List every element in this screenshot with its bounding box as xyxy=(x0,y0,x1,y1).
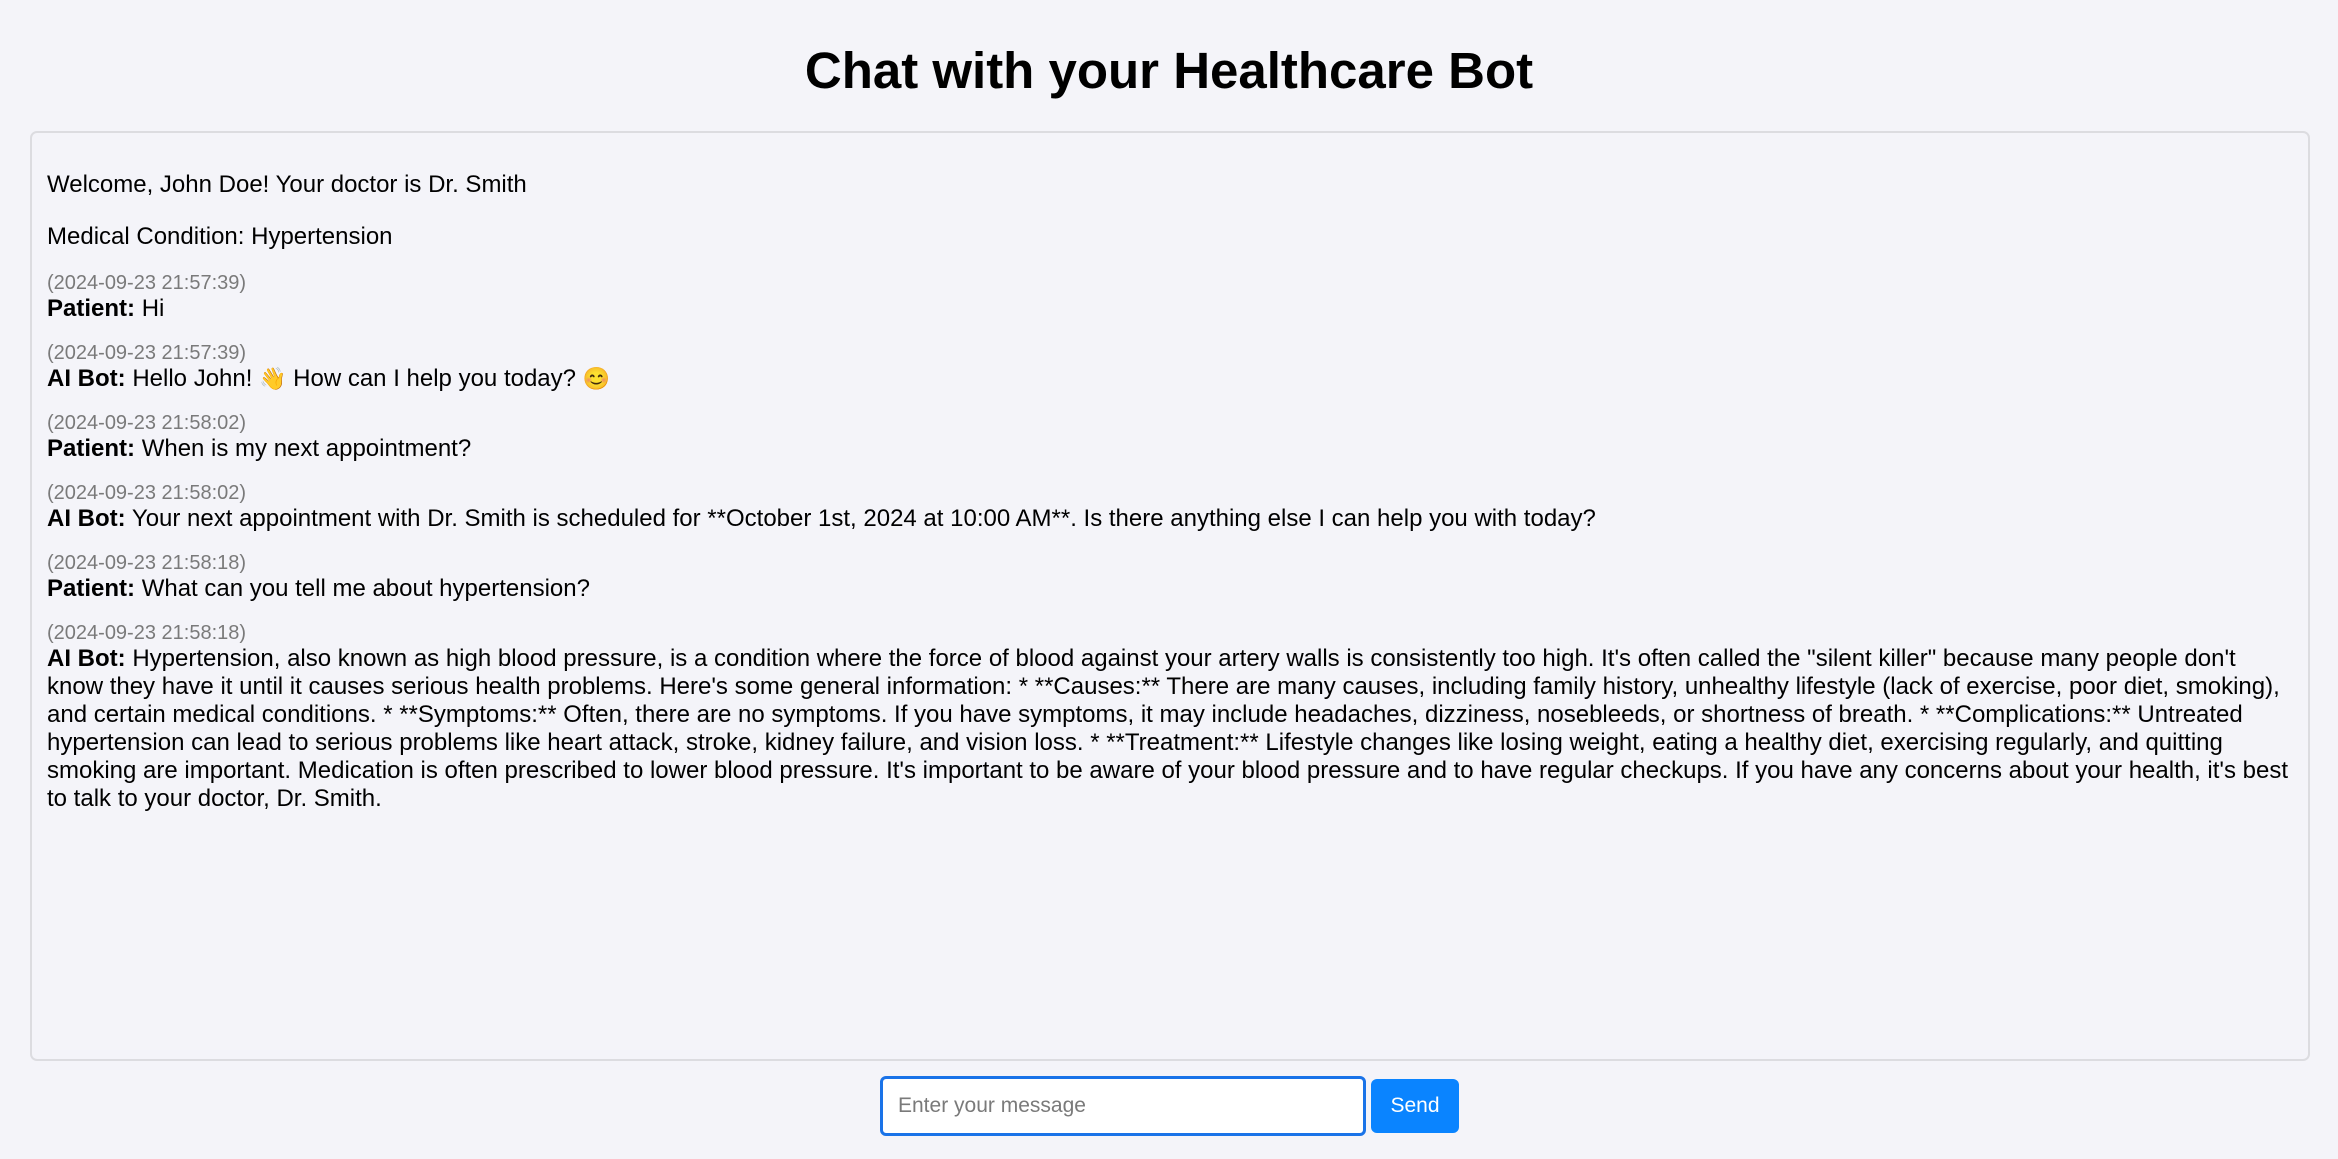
message-text: Hypertension, also known as high blood p… xyxy=(47,645,2289,812)
message-sender: AI Bot: xyxy=(47,645,126,672)
message-input[interactable] xyxy=(880,1076,1366,1136)
chat-message: (2024-09-23 21:58:18) AI Bot: Hypertensi… xyxy=(47,621,2294,813)
chat-box[interactable]: Welcome, John Doe! Your doctor is Dr. Sm… xyxy=(30,131,2310,1061)
message-body: AI Bot: Hypertension, also known as high… xyxy=(47,645,2294,813)
message-body: AI Bot: Hello John! 👋 How can I help you… xyxy=(47,365,2294,393)
message-text: How can I help you today? xyxy=(286,365,583,392)
message-timestamp: (2024-09-23 21:58:02) xyxy=(47,412,247,434)
chat-message: (2024-09-23 21:57:39) AI Bot: Hello John… xyxy=(47,341,2294,393)
message-input-row: Send xyxy=(880,1076,1459,1136)
message-sender: AI Bot: xyxy=(47,505,126,532)
message-sender: Patient: xyxy=(47,435,136,462)
message-text: Hi xyxy=(141,295,165,322)
message-text: What can you tell me about hypertension? xyxy=(141,575,590,602)
message-sender: Patient: xyxy=(47,295,136,322)
message-text: Hello John! xyxy=(132,365,260,392)
message-body: AI Bot: Your next appointment with Dr. S… xyxy=(47,505,2294,533)
medical-condition-text: Medical Condition: Hypertension xyxy=(47,223,393,250)
message-text: When is my next appointment? xyxy=(141,435,472,462)
message-sender: Patient: xyxy=(47,575,136,602)
chat-message: (2024-09-23 21:58:18) Patient: What can … xyxy=(47,551,2294,603)
waving-hand-icon: 👋 xyxy=(259,366,287,391)
chat-message: (2024-09-23 21:57:39) Patient: Hi xyxy=(47,271,2294,323)
message-timestamp: (2024-09-23 21:57:39) xyxy=(47,342,247,364)
message-body: Patient: When is my next appointment? xyxy=(47,435,2294,463)
message-text: Your next appointment with Dr. Smith is … xyxy=(131,505,1596,532)
page-title: Chat with your Healthcare Bot xyxy=(804,42,1534,99)
message-timestamp: (2024-09-23 21:57:39) xyxy=(47,272,247,294)
message-timestamp: (2024-09-23 21:58:18) xyxy=(47,622,247,644)
message-timestamp: (2024-09-23 21:58:02) xyxy=(47,482,247,504)
chat-message: (2024-09-23 21:58:02) AI Bot: Your next … xyxy=(47,481,2294,533)
message-sender: AI Bot: xyxy=(47,365,126,392)
send-button[interactable]: Send xyxy=(1371,1079,1459,1133)
message-body: Patient: What can you tell me about hype… xyxy=(47,575,2294,603)
welcome-text: Welcome, John Doe! Your doctor is Dr. Sm… xyxy=(47,171,527,198)
chat-message: (2024-09-23 21:58:02) Patient: When is m… xyxy=(47,411,2294,463)
message-body: Patient: Hi xyxy=(47,295,2294,323)
message-timestamp: (2024-09-23 21:58:18) xyxy=(47,552,247,574)
smiling-face-icon: 😊 xyxy=(582,366,611,391)
